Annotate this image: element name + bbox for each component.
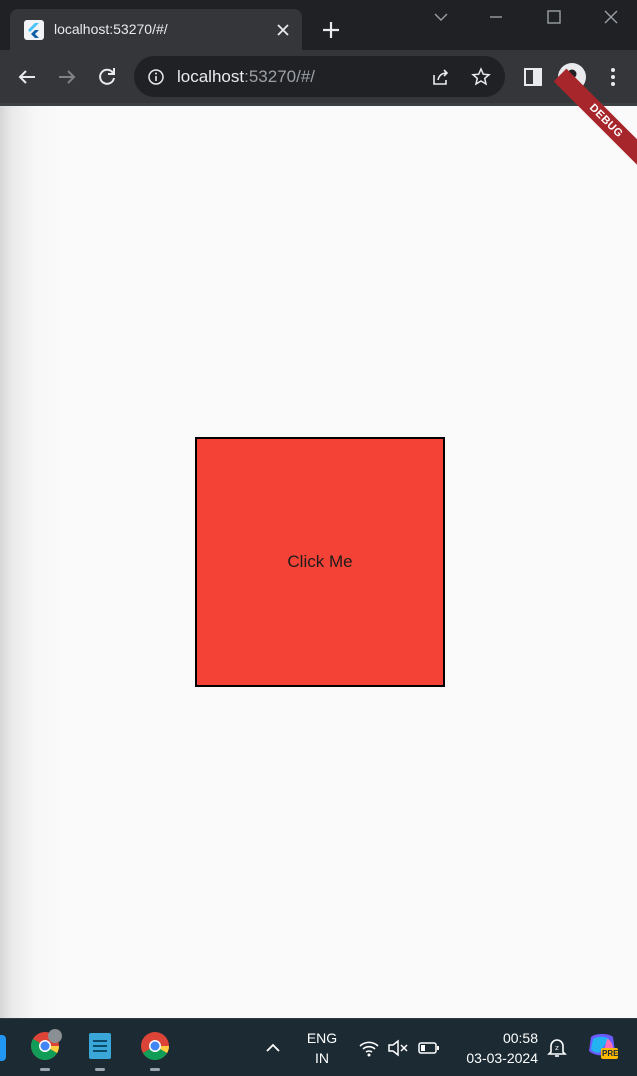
show-hidden-icons-chevron-icon[interactable]: [262, 1037, 284, 1059]
new-tab-icon[interactable]: [318, 17, 344, 43]
start-edge-icon[interactable]: [0, 1035, 6, 1061]
browser-toolbar: localhost:53270/#/: [0, 50, 637, 103]
forward-icon[interactable]: [52, 62, 82, 92]
running-indicator: [150, 1068, 160, 1071]
windows-taskbar: ENG IN 00:58 03-03-2024 z PRE: [0, 1018, 637, 1076]
browser-tab[interactable]: localhost:53270/#/: [10, 9, 302, 50]
close-window-icon[interactable]: [598, 6, 624, 28]
region-code: IN: [315, 1050, 329, 1066]
chrome-icon[interactable]: [138, 1029, 172, 1071]
address-bar[interactable]: localhost:53270/#/: [134, 56, 505, 97]
side-panel-icon[interactable]: [518, 62, 548, 92]
click-me-button[interactable]: Click Me: [195, 437, 445, 687]
reload-icon[interactable]: [92, 62, 122, 92]
edge-shadow: [0, 106, 60, 1018]
flutter-icon: [24, 20, 44, 40]
close-tab-icon[interactable]: [272, 19, 294, 41]
language-code: ENG: [306, 1030, 338, 1046]
share-icon[interactable]: [430, 66, 452, 88]
flutter-app-viewport: DEBUG Click Me: [0, 68, 637, 1018]
notification-bell-icon[interactable]: z: [546, 1035, 568, 1059]
bookmark-star-icon[interactable]: [470, 66, 492, 88]
click-me-label: Click Me: [287, 552, 353, 571]
menu-kebab-icon[interactable]: [598, 62, 628, 92]
maximize-icon[interactable]: [541, 6, 567, 28]
running-indicator: [95, 1068, 105, 1071]
minimize-icon[interactable]: [483, 6, 509, 28]
tab-strip: localhost:53270/#/: [0, 0, 637, 50]
wifi-icon[interactable]: [358, 1038, 380, 1058]
clock-time: 00:58: [502, 1030, 538, 1046]
notepad-icon[interactable]: [83, 1029, 117, 1071]
back-icon[interactable]: [12, 62, 42, 92]
tab-title: localhost:53270/#/: [54, 21, 168, 37]
volume-muted-icon[interactable]: [386, 1037, 410, 1059]
chrome-profile-icon[interactable]: [28, 1029, 62, 1071]
copilot-icon[interactable]: PRE: [585, 1031, 619, 1063]
svg-text:z: z: [555, 1044, 559, 1052]
copilot-badge: PRE: [602, 1049, 619, 1058]
site-info-icon[interactable]: [146, 67, 166, 87]
battery-icon[interactable]: [417, 1037, 441, 1059]
clock[interactable]: 00:58 03-03-2024: [452, 1028, 538, 1068]
tab-search-chevron-icon[interactable]: [428, 6, 454, 28]
input-language-indicator[interactable]: ENG IN: [300, 1028, 344, 1068]
clock-date: 03-03-2024: [466, 1050, 538, 1066]
url-text: localhost:53270/#/: [177, 67, 316, 86]
running-indicator: [40, 1068, 50, 1071]
